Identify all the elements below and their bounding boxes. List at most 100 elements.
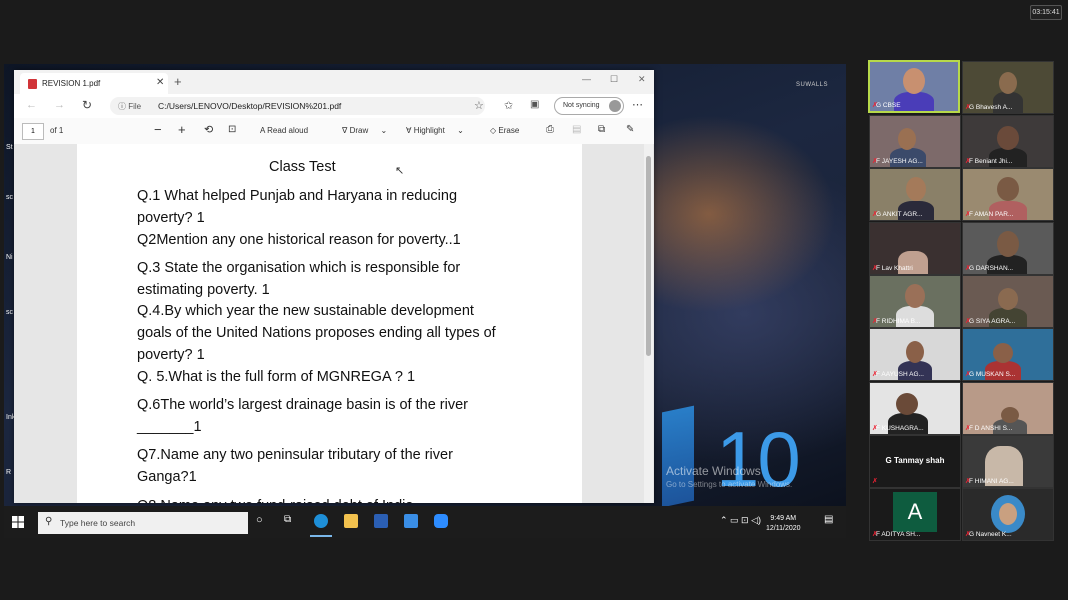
participant-tile[interactable]: ✗ G MUSKAN S...	[962, 328, 1054, 381]
participant-tile[interactable]: A ✗ F ADITYA SH...	[869, 488, 961, 541]
doc-line: estimating poverty. 1	[137, 282, 270, 298]
doc-line: Q7.Name any two peninsular tributary of …	[137, 447, 453, 463]
participant-tile[interactable]: ✗ G Bhavesh A...	[962, 61, 1054, 114]
participant-name: F Lav Khattri	[876, 265, 913, 272]
erase-button[interactable]: ◇ Erase	[490, 126, 519, 135]
calendar-icon[interactable]	[404, 514, 418, 528]
new-tab-icon[interactable]: +	[174, 74, 182, 89]
participant-tile[interactable]: ✗ F HIMANI AG...	[962, 435, 1054, 488]
participant-tile[interactable]: ✗ F JAYESH AG...	[869, 115, 961, 168]
file-explorer-icon[interactable]	[344, 514, 358, 528]
participant-tile[interactable]: ✗ G DARSHAN...	[962, 222, 1054, 275]
doc-line: Q. 5.What is the full form of MGNREGA ? …	[137, 369, 416, 385]
participant-name: G ANKIT AGR...	[876, 211, 923, 218]
participant-name: G MUSKAN S...	[969, 371, 1016, 378]
highlight-button[interactable]: ∀ Highlight ⌄	[406, 126, 464, 135]
refresh-icon[interactable]: ↻	[82, 98, 92, 112]
participant-tile[interactable]: ✗ F Lav Khattri	[869, 222, 961, 275]
read-aloud-button[interactable]: A Read aloud	[260, 126, 308, 135]
edge-icon[interactable]	[314, 514, 328, 528]
participant-tile[interactable]: ✗ G ANKIT AGR...	[869, 168, 961, 221]
participant-tile[interactable]: G Tanmay shah ✗	[869, 435, 961, 488]
tab-pdf[interactable]: REVISION 1.pdf ✕	[20, 73, 168, 94]
close-window-icon[interactable]: ✕	[638, 74, 646, 85]
chevron-down-icon: ⌄	[457, 126, 464, 135]
pin-toolbar-icon[interactable]: ✎	[626, 124, 634, 135]
wallpaper-label: SUWALLS	[796, 82, 828, 88]
notifications-icon[interactable]: ▤	[824, 514, 833, 525]
shared-screen: SUWALLS St sc Ni sc Ink R 10 Activate Wi…	[4, 64, 846, 538]
save-as-icon[interactable]: ⧉	[598, 124, 605, 135]
participant-name: F ADITYA SH...	[876, 531, 921, 538]
sync-button[interactable]: Not syncing	[554, 97, 624, 115]
participant-name: F KUSHAGRA...	[876, 425, 924, 432]
url-scheme: ⓘ File	[118, 101, 141, 112]
activate-windows-subtitle: Go to Settings to activate Windows.	[666, 480, 793, 489]
search-icon: ⚲	[45, 516, 53, 527]
collections-icon[interactable]: ▣	[530, 99, 539, 110]
document-title: Class Test	[269, 159, 336, 175]
maximize-icon[interactable]: ☐	[610, 74, 618, 85]
doc-line: Q.4.By which year the new sustainable de…	[137, 303, 474, 319]
participant-tile[interactable]: ✗ F RIDHIMA B...	[869, 275, 961, 328]
rotate-icon[interactable]: ⟲	[204, 123, 213, 136]
task-view-icon[interactable]: ⧉	[284, 514, 291, 525]
taskbar-search-box[interactable]: ⚲ Type here to search	[38, 512, 248, 534]
doc-line: Q.3 State the organisation which is resp…	[137, 260, 461, 276]
participant-name: G Navneet K...	[969, 531, 1012, 538]
fit-page-icon[interactable]: ⊡	[228, 124, 236, 135]
minimize-icon[interactable]: —	[582, 74, 591, 84]
system-tray-icons[interactable]: ⌃ ▭ ⊡ ◁)	[720, 515, 761, 526]
vertical-scrollbar[interactable]	[644, 144, 653, 503]
windows-start-icon[interactable]	[12, 516, 24, 528]
participant-tile[interactable]: ✗ F D ANSHI S...	[962, 382, 1054, 435]
cortana-icon[interactable]: ○	[256, 514, 263, 526]
participant-tile[interactable]: ✗ F AAYUSH AG...	[869, 328, 961, 381]
forward-icon[interactable]: →	[54, 99, 65, 111]
participant-name: F JAYESH AG...	[876, 158, 923, 165]
favorites-icon[interactable]: ✩	[504, 99, 513, 112]
participant-tile[interactable]: ✗ F AMAN PAR...	[962, 168, 1054, 221]
word-icon[interactable]	[374, 514, 388, 528]
participant-tile[interactable]: ✗ G Navneet K...	[962, 488, 1054, 541]
participant-tile[interactable]: ✗ F Beniant Jhi...	[962, 115, 1054, 168]
mouse-cursor-icon: ↖	[395, 165, 405, 177]
save-icon[interactable]: ▤	[572, 124, 581, 135]
participant-name: F HIMANI AG...	[969, 478, 1014, 485]
taskbar-clock[interactable]: 9:49 AM 12/11/2020	[766, 514, 801, 534]
url-field[interactable]: ⓘ File C:/Users/LENOVO/Desktop/REVISION%…	[110, 97, 485, 115]
participant-name-center: G Tanmay shah	[885, 456, 945, 465]
info-icon: ⓘ	[118, 102, 126, 111]
windows-taskbar: ⚲ Type here to search ○ ⧉ ⌃ ▭ ⊡ ◁) 9:49 …	[4, 506, 846, 538]
page-number-input[interactable]: 1	[22, 123, 44, 140]
close-tab-icon[interactable]: ✕	[156, 77, 164, 88]
chevron-down-icon: ⌄	[380, 126, 388, 135]
participant-tile[interactable]: ✗ G CBSE	[868, 60, 960, 113]
doc-line: _______1	[137, 419, 202, 435]
zoom-icon[interactable]	[434, 514, 448, 528]
muted-mic-icon: ✗	[872, 478, 878, 485]
participant-tile[interactable]: ✗ G SIYA AGRA...	[962, 275, 1054, 328]
favorite-star-icon[interactable]: ☆	[474, 99, 484, 112]
zoom-out-icon[interactable]: −	[154, 122, 162, 137]
draw-label: Draw	[349, 126, 369, 135]
tab-title: REVISION 1.pdf	[42, 79, 101, 88]
eraser-icon: ◇	[490, 126, 497, 135]
doc-line: Ganga?1	[137, 469, 197, 485]
draw-button[interactable]: ∇ Draw ⌄	[342, 126, 387, 135]
back-icon[interactable]: ←	[26, 99, 37, 111]
doc-line: Q.1 What helped Punjab and Haryana in re…	[137, 188, 458, 204]
participant-name: F Beniant Jhi...	[969, 158, 1013, 165]
scrollbar-thumb[interactable]	[646, 156, 651, 356]
windows-version: 10	[716, 415, 801, 503]
pdf-icon	[28, 79, 37, 89]
zoom-in-icon[interactable]: +	[178, 122, 186, 137]
doc-line: poverty? 1	[137, 210, 205, 226]
print-icon[interactable]: ⎙	[546, 124, 554, 135]
participant-tile[interactable]: ✗ F KUSHAGRA...	[869, 382, 961, 435]
doc-line: Q.6The world’s largest drainage basin is…	[137, 397, 468, 413]
sync-label: Not syncing	[563, 102, 600, 109]
pdf-viewer: Class Test ↖ Q.1 What helped Punjab and …	[14, 144, 654, 503]
more-menu-icon[interactable]: ⋯	[632, 98, 643, 111]
clock-time: 9:49 AM	[770, 515, 797, 522]
